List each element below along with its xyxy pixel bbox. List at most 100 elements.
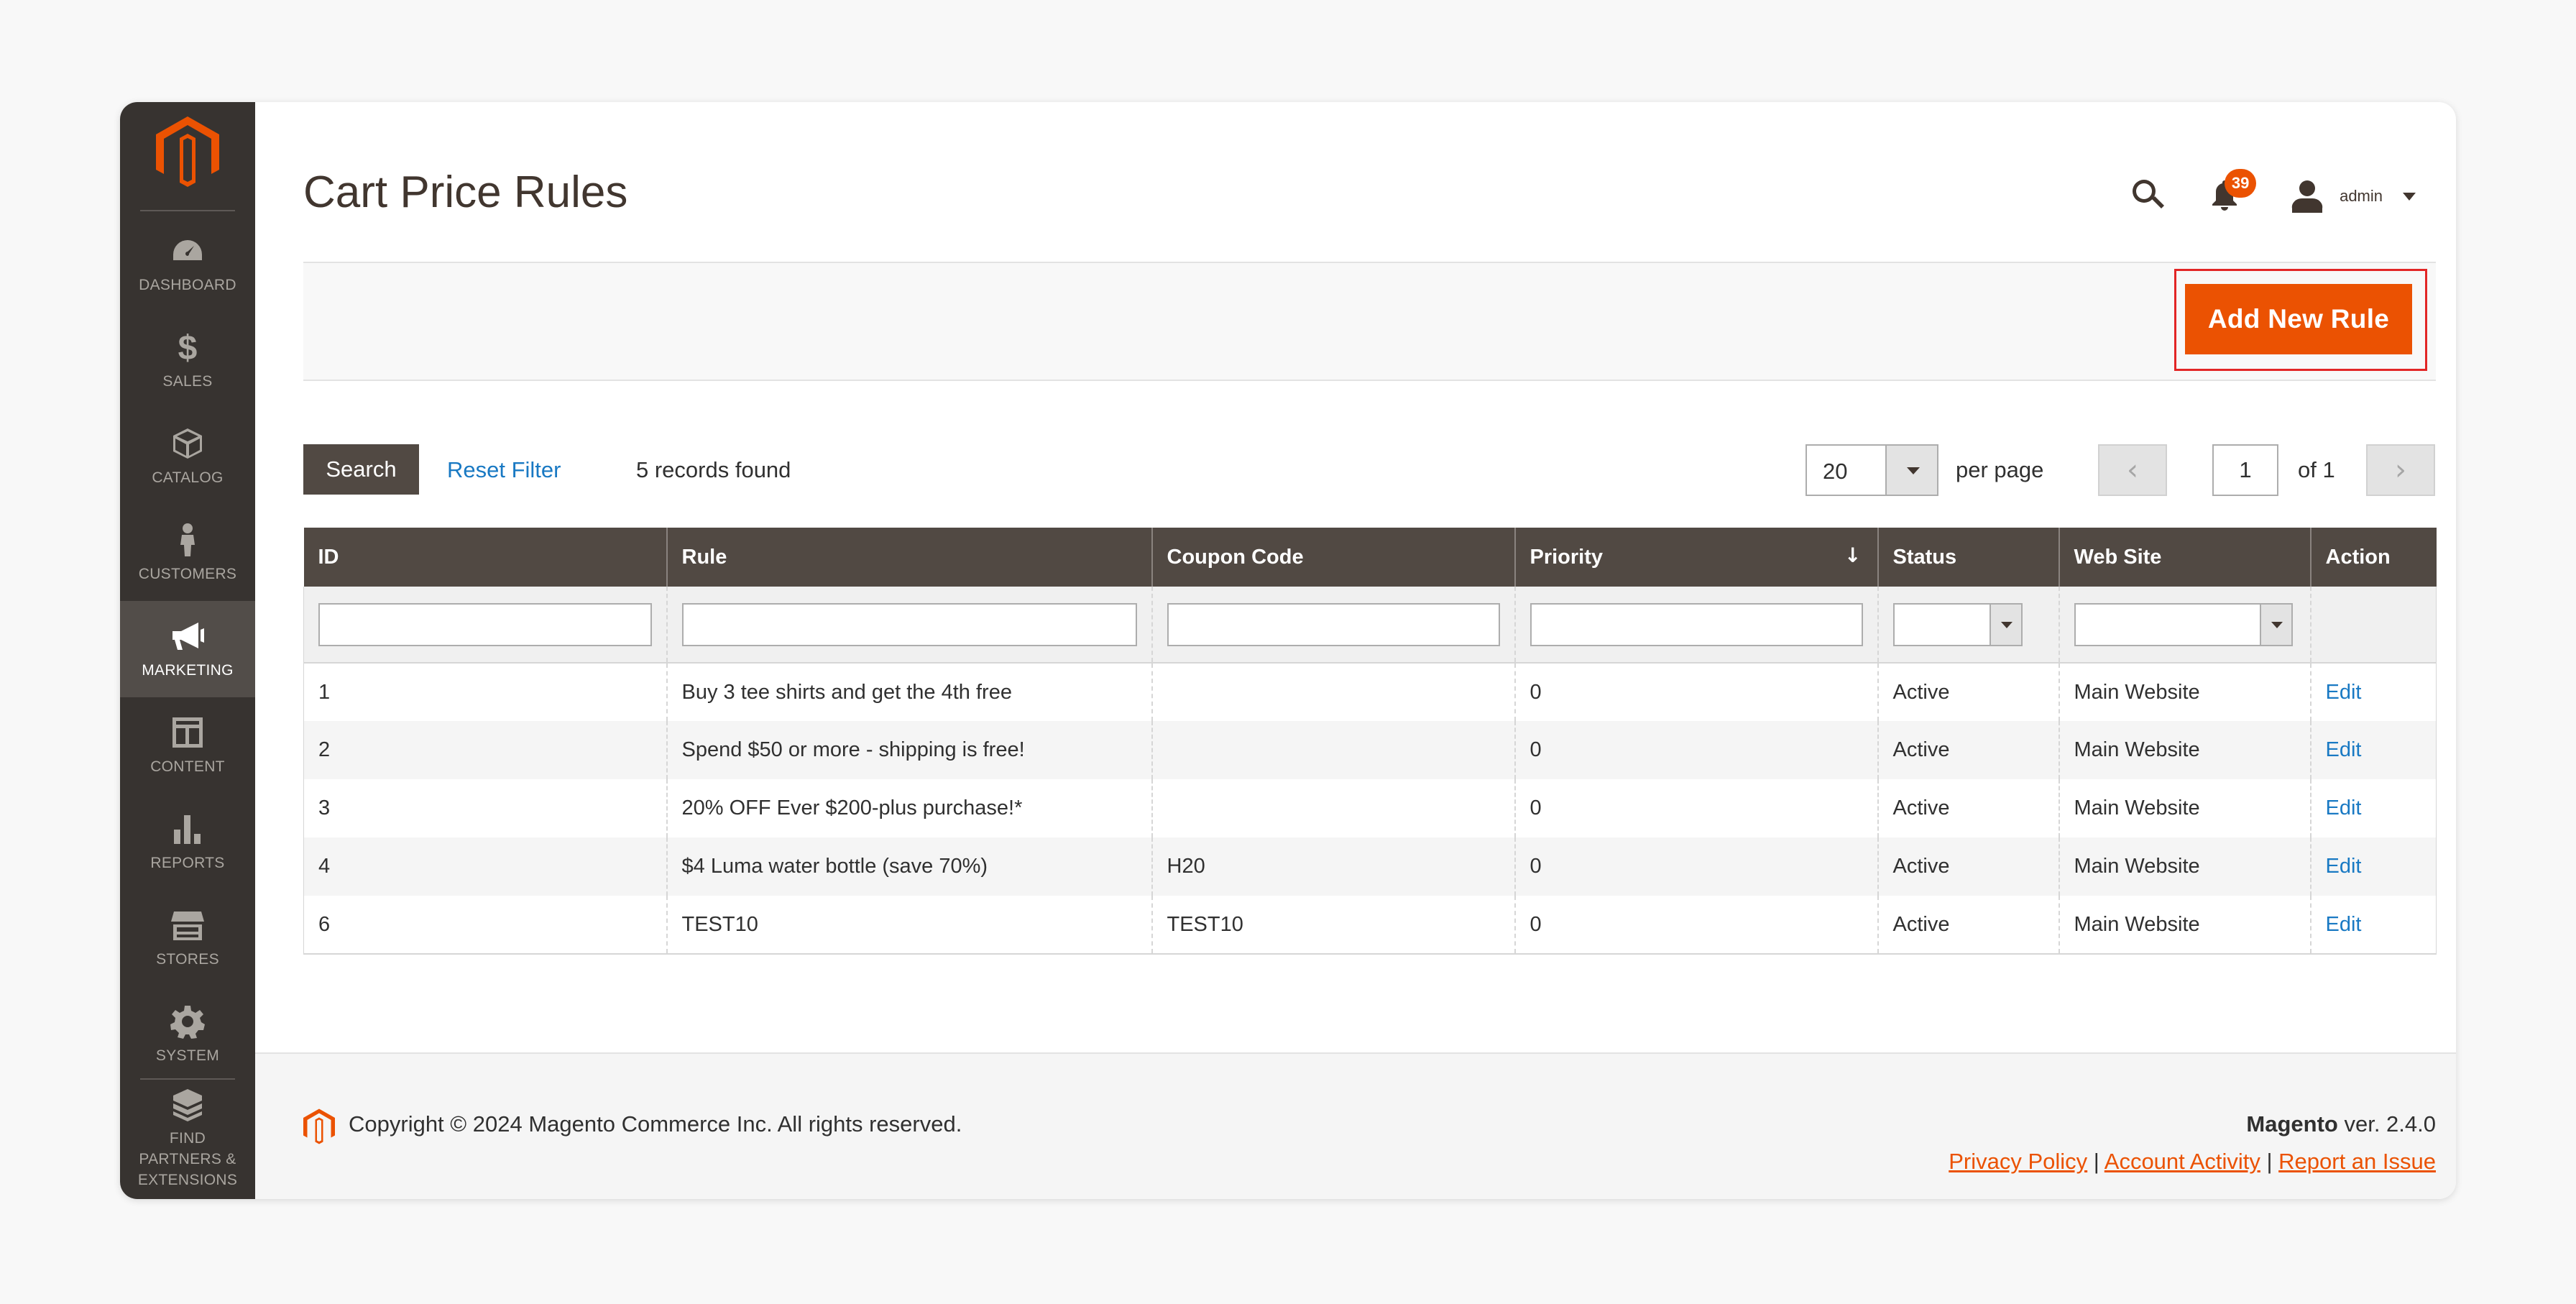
storefront-icon: [171, 911, 204, 940]
sidebar-item-stores[interactable]: STORES: [120, 890, 255, 986]
svg-text:$: $: [178, 329, 198, 365]
add-new-rule-button[interactable]: Add New Rule: [2185, 284, 2412, 354]
sidebar-item-label: FIND PARTNERS & EXTENSIONS: [137, 1129, 238, 1188]
cell-status: Active: [1877, 837, 2059, 896]
column-header-action: Action: [2309, 528, 2437, 587]
cell-coupon-code: TEST10: [1151, 896, 1515, 955]
reset-filter-link[interactable]: Reset Filter: [447, 457, 561, 483]
version-number: ver. 2.4.0: [2337, 1111, 2436, 1137]
sidebar-item-catalog[interactable]: CATALOG: [120, 408, 255, 505]
user-menu[interactable]: admin: [2291, 180, 2416, 213]
link-separator: |: [2260, 1149, 2279, 1174]
notifications-button[interactable]: 39: [2210, 168, 2257, 214]
search-button[interactable]: Search: [303, 444, 419, 495]
report-issue-link[interactable]: Report an Issue: [2278, 1149, 2436, 1174]
sidebar-item-system[interactable]: SYSTEM: [120, 986, 255, 1083]
filter-cell: [1151, 587, 1515, 664]
edit-link[interactable]: Edit: [2326, 681, 2362, 704]
cell-web-site: Main Website: [2058, 837, 2311, 896]
sidebar-divider: [140, 210, 235, 211]
privacy-policy-link[interactable]: Privacy Policy: [1949, 1149, 2087, 1174]
sort-desc-icon: ↓: [1844, 543, 1862, 567]
records-count: 5 records found: [636, 457, 791, 482]
dashboard-icon: [173, 239, 202, 260]
filter-status-select[interactable]: [1892, 602, 2023, 646]
table-header-row: ID Rule Coupon Code Priority ↓ Status Web…: [303, 528, 2437, 587]
cell-priority: 0: [1514, 721, 1878, 779]
table-row[interactable]: 6 TEST10 TEST10 0 Active Main Website Ed…: [303, 896, 2437, 955]
sidebar-item-dashboard[interactable]: DASHBOARD: [120, 216, 255, 312]
cell-coupon-code: [1151, 721, 1515, 779]
sidebar-item-find-partners[interactable]: FIND PARTNERS & EXTENSIONS: [120, 1084, 255, 1192]
cell-rule: $4 Luma water bottle (save 70%): [666, 837, 1152, 896]
global-search-button[interactable]: [2130, 177, 2166, 216]
column-header-priority[interactable]: Priority ↓: [1514, 528, 1878, 587]
filter-id-input[interactable]: [318, 602, 652, 646]
per-page-select[interactable]: 20: [1806, 444, 1938, 496]
column-header-id[interactable]: ID: [303, 528, 667, 587]
cell-rule: 20% OFF Ever $200-plus purchase!*: [666, 779, 1152, 837]
person-icon: [180, 523, 195, 556]
edit-link[interactable]: Edit: [2326, 855, 2362, 878]
table-row[interactable]: 4 $4 Luma water bottle (save 70%) H20 0 …: [303, 837, 2437, 896]
footer-links: Privacy Policy | Account Activity | Repo…: [1949, 1149, 2436, 1175]
per-page-value: 20: [1823, 459, 1848, 484]
filter-web-site-select[interactable]: [2074, 602, 2293, 646]
cell-priority: 0: [1514, 896, 1878, 955]
cell-web-site: Main Website: [2058, 663, 2311, 721]
current-page-input[interactable]: 1: [2212, 444, 2278, 496]
header-actions: 39 admin: [2130, 165, 2416, 227]
cell-status: Active: [1877, 663, 2059, 721]
edit-link[interactable]: Edit: [2326, 913, 2362, 936]
filter-coupon-code-input[interactable]: [1167, 602, 1500, 646]
cell-id: 4: [303, 837, 667, 896]
cell-priority: 0: [1514, 837, 1878, 896]
edit-link[interactable]: Edit: [2326, 738, 2362, 761]
cell-status: Active: [1877, 779, 2059, 837]
cell-web-site: Main Website: [2058, 779, 2311, 837]
sidebar-item-marketing[interactable]: MARKETING: [120, 601, 255, 697]
cell-id: 2: [303, 721, 667, 779]
filter-row: [303, 587, 2437, 664]
table-row[interactable]: 3 20% OFF Ever $200-plus purchase!* 0 Ac…: [303, 779, 2437, 837]
sidebar-item-label: CATALOG: [152, 469, 224, 486]
cell-action: Edit: [2309, 779, 2437, 837]
column-header-coupon-code[interactable]: Coupon Code: [1151, 528, 1515, 587]
magento-logo-icon[interactable]: [156, 116, 219, 187]
edit-link[interactable]: Edit: [2326, 796, 2362, 819]
cell-rule: TEST10: [666, 896, 1152, 955]
chevron-right-icon: ›: [2395, 454, 2406, 487]
next-page-button[interactable]: ›: [2366, 444, 2435, 496]
table-row[interactable]: 1 Buy 3 tee shirts and get the 4th free …: [303, 663, 2437, 721]
sidebar-item-label: REPORTS: [150, 854, 225, 871]
per-page-label: per page: [1956, 457, 2044, 482]
sidebar-item-sales[interactable]: $ SALES: [120, 312, 255, 408]
cell-action: Edit: [2309, 837, 2437, 896]
sidebar: DASHBOARD $ SALES CATALOG CUSTOMERS MARK…: [120, 102, 255, 1199]
column-header-status[interactable]: Status: [1877, 528, 2059, 587]
cell-status: Active: [1877, 721, 2059, 779]
sidebar-item-label: MARKETING: [142, 661, 234, 679]
previous-page-button[interactable]: ‹: [2098, 444, 2167, 496]
filter-rule-input[interactable]: [681, 602, 1137, 646]
column-header-web-site[interactable]: Web Site: [2058, 528, 2311, 587]
gear-icon: [170, 1005, 205, 1039]
filter-priority-input[interactable]: [1530, 602, 1863, 646]
cell-priority: 0: [1514, 663, 1878, 721]
cell-coupon-code: [1151, 663, 1515, 721]
admin-window: DASHBOARD $ SALES CATALOG CUSTOMERS MARK…: [120, 102, 2456, 1199]
sidebar-item-content[interactable]: CONTENT: [120, 697, 255, 794]
magento-logo-icon: [303, 1108, 335, 1144]
chevron-down-icon: [2259, 604, 2291, 645]
sidebar-item-customers[interactable]: CUSTOMERS: [120, 505, 255, 601]
cell-coupon-code: [1151, 779, 1515, 837]
sidebar-item-label: SYSTEM: [155, 1047, 220, 1064]
account-activity-link[interactable]: Account Activity: [2104, 1149, 2260, 1174]
filter-cell: [1877, 587, 2059, 664]
column-header-rule[interactable]: Rule: [666, 528, 1152, 587]
table-row[interactable]: 2 Spend $50 or more - shipping is free! …: [303, 721, 2437, 779]
filter-cell: [1514, 587, 1878, 664]
cell-id: 3: [303, 779, 667, 837]
sidebar-item-reports[interactable]: REPORTS: [120, 794, 255, 890]
chevron-down-icon[interactable]: [1885, 446, 1937, 495]
